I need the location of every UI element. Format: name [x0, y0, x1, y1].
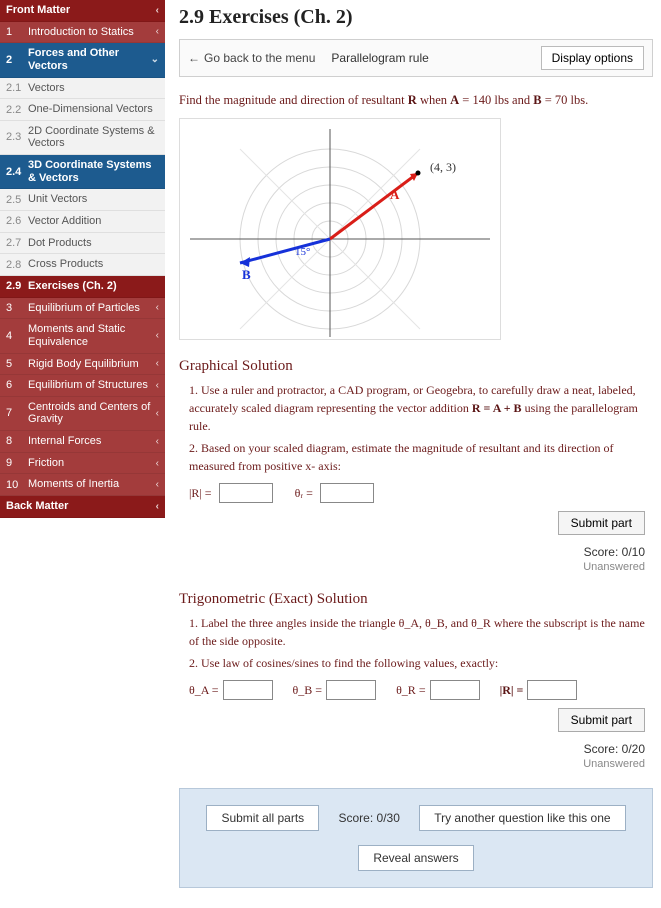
- chevron-left-icon: ‹: [156, 408, 159, 419]
- arrow-left-icon: ←: [188, 51, 200, 65]
- graphical-status: Unanswered: [179, 561, 645, 573]
- theta-r-label: θ_R =: [396, 683, 426, 697]
- nav-2-4[interactable]: 2.43D Coordinate Systems & Vectors: [0, 155, 165, 189]
- theta-b-label: θ_B =: [293, 683, 323, 697]
- vector-b-label: B: [242, 267, 251, 282]
- theta-b-input[interactable]: [326, 680, 376, 700]
- graphical-inputs: |R| = θᵣ =: [189, 483, 653, 503]
- try-another-button[interactable]: Try another question like this one: [419, 805, 625, 831]
- nav-back-matter[interactable]: Back Matter‹: [0, 496, 165, 518]
- nav-ch4[interactable]: 4Moments and Static Equivalence‹: [0, 319, 165, 353]
- nav-2-1[interactable]: 2.1Vectors: [0, 78, 165, 100]
- go-back-link[interactable]: ← Go back to the menu: [188, 51, 315, 65]
- r-mag-trig-label: |R| =: [500, 683, 524, 697]
- sidebar: Front Matter‹ 1Introduction to Statics‹ …: [0, 0, 165, 908]
- vector-diagram: (4, 3) A B 15°: [179, 118, 501, 340]
- chevron-left-icon: ‹: [156, 380, 159, 391]
- nav-ch5[interactable]: 5Rigid Body Equilibrium‹: [0, 354, 165, 376]
- display-options-button[interactable]: Display options: [541, 46, 644, 70]
- theta-r-input[interactable]: [430, 680, 480, 700]
- chevron-left-icon: ‹: [156, 436, 159, 447]
- trig-score: Score: 0/20: [179, 742, 645, 756]
- main-content: 2.9 Exercises (Ch. 2) ← Go back to the me…: [165, 0, 661, 908]
- nav-ch8[interactable]: 8Internal Forces‹: [0, 431, 165, 453]
- nav-front-matter[interactable]: Front Matter‹: [0, 0, 165, 22]
- theta-a-label: θ_A =: [189, 683, 219, 697]
- chevron-down-icon: ⌄: [151, 54, 159, 65]
- nav-ch6[interactable]: 6Equilibrium of Structures‹: [0, 375, 165, 397]
- submit-all-button[interactable]: Submit all parts: [206, 805, 319, 831]
- chevron-left-icon: ‹: [156, 358, 159, 369]
- nav-2-9-current[interactable]: 2.9Exercises (Ch. 2): [0, 276, 165, 298]
- nav-2-6[interactable]: 2.6Vector Addition: [0, 211, 165, 233]
- nav-2-5[interactable]: 2.5Unit Vectors: [0, 189, 165, 211]
- exercise-footer: Submit all parts Score: 0/30 Try another…: [179, 788, 653, 888]
- nav-ch2[interactable]: 2Forces and Other Vectors⌄: [0, 43, 165, 77]
- nav-2-3[interactable]: 2.32D Coordinate Systems & Vectors: [0, 121, 165, 155]
- chevron-left-icon: ‹: [156, 330, 159, 341]
- chevron-left-icon: ‹: [156, 458, 159, 469]
- go-back-label: Go back to the menu: [204, 51, 315, 65]
- angle-label: 15°: [295, 246, 310, 258]
- graphical-body: 1. Use a ruler and protractor, a CAD pro…: [189, 381, 653, 475]
- theta-input[interactable]: [320, 483, 374, 503]
- reveal-answers-button[interactable]: Reveal answers: [358, 845, 473, 871]
- nav-ch3[interactable]: 3Equilibrium of Particles‹: [0, 298, 165, 320]
- exercise-topbar: ←Go back to the menu Parallelogram rule …: [179, 39, 653, 77]
- nav-ch9[interactable]: 9Friction‹: [0, 453, 165, 475]
- problem-statement: Find the magnitude and direction of resu…: [179, 93, 653, 108]
- submit-part-trig-button[interactable]: Submit part: [558, 708, 645, 732]
- trig-body: 1. Label the three angles inside the tri…: [189, 614, 653, 672]
- trig-heading: Trigonometric (Exact) Solution: [179, 591, 653, 608]
- r-magnitude-input[interactable]: [219, 483, 273, 503]
- chevron-left-icon: ‹: [156, 302, 159, 313]
- submit-part-graphical-button[interactable]: Submit part: [558, 511, 645, 535]
- nav-ch10[interactable]: 10Moments of Inertia‹: [0, 474, 165, 496]
- r-mag-label: |R| =: [189, 486, 212, 500]
- chevron-left-icon: ‹: [156, 26, 159, 37]
- r-mag-trig-input[interactable]: [527, 680, 577, 700]
- vector-a-label: A: [390, 187, 400, 202]
- theta-a-input[interactable]: [223, 680, 273, 700]
- graphical-score: Score: 0/10: [179, 545, 645, 559]
- nav-2-2[interactable]: 2.2One-Dimensional Vectors: [0, 99, 165, 121]
- trig-inputs: θ_A = θ_B = θ_R = |R| =: [189, 680, 653, 700]
- chevron-left-icon: ‹: [156, 479, 159, 490]
- total-score: Score: 0/30: [339, 811, 400, 825]
- theta-label: θᵣ =: [295, 486, 313, 500]
- chevron-left-icon: ‹: [156, 5, 159, 16]
- nav-ch1[interactable]: 1Introduction to Statics‹: [0, 22, 165, 44]
- nav-2-7[interactable]: 2.7Dot Products: [0, 233, 165, 255]
- chevron-left-icon: ‹: [156, 501, 159, 512]
- point-label: (4, 3): [430, 160, 456, 174]
- trig-status: Unanswered: [179, 758, 645, 770]
- breadcrumb: Parallelogram rule: [331, 51, 428, 65]
- graphical-heading: Graphical Solution: [179, 358, 653, 375]
- page-title: 2.9 Exercises (Ch. 2): [179, 6, 653, 29]
- nav-2-8[interactable]: 2.8Cross Products: [0, 254, 165, 276]
- nav-ch7[interactable]: 7Centroids and Centers of Gravity‹: [0, 397, 165, 431]
